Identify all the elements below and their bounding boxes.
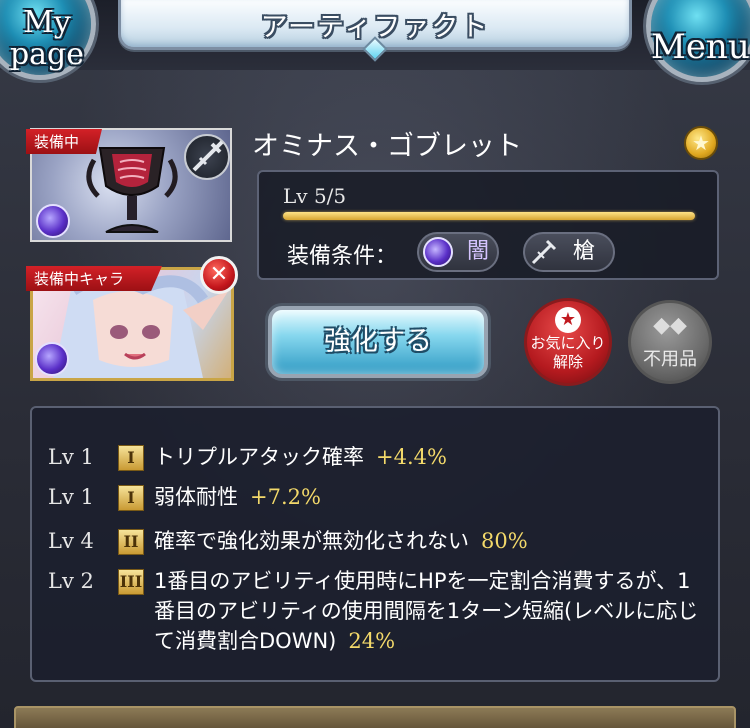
upgrade-label: 強化する <box>324 326 432 357</box>
dark-element-icon <box>423 237 453 267</box>
weapon-name: 槍 <box>573 239 596 264</box>
close-icon: ✕ <box>209 262 229 287</box>
skill-rank-icon: III <box>118 569 144 595</box>
bottom-bar <box>14 706 736 728</box>
dark-element-icon <box>36 204 70 238</box>
remove-character-button[interactable]: ✕ <box>200 256 238 294</box>
mypage-label: My page <box>9 5 85 72</box>
skill-description: トリプルアタック確率 +4.4% <box>154 442 714 472</box>
skill-text: 1番目のアビリティ使用時にHPを一定割合消費するが、1番目のアビリティの使用間隔… <box>154 569 699 653</box>
unfavorite-label-line2: 解除 <box>552 353 583 371</box>
unfavorite-label-line1: お気に入り <box>530 334 606 352</box>
weapon-requirement-chip: 槍 <box>523 232 615 272</box>
character-dark-element-icon <box>35 342 69 376</box>
goblet-icon <box>86 147 178 233</box>
favorite-star-icon[interactable]: ★ <box>684 126 718 160</box>
element-requirement-chip: 闇 <box>417 232 499 272</box>
skill-list: Lv 1 I トリプルアタック確率 +4.4% Lv 1 I 弱体耐性 +7.2% … <box>30 406 720 682</box>
spear-weapon-icon <box>184 134 230 180</box>
skill-value: +7.2% <box>250 485 321 509</box>
skill-level: Lv 2 <box>48 569 94 593</box>
level-text: Lv 5/5 <box>283 184 347 208</box>
skill-description: 弱体耐性 +7.2% <box>154 482 714 512</box>
junk-label: 不用品 <box>643 349 697 370</box>
star-icon: ★ <box>555 307 581 333</box>
skill-level: Lv 4 <box>48 529 94 553</box>
junk-icon: ◆◆ <box>653 313 687 338</box>
skill-text: トリプルアタック確率 <box>154 445 364 469</box>
artifact-info-panel: Lv 5/5 装備条件： 闇 槍 <box>257 170 719 280</box>
artifact-name: オミナス・ゴブレット <box>252 131 522 162</box>
skill-description: 1番目のアビリティ使用時にHPを一定割合消費するが、1番目のアビリティの使用間隔… <box>154 566 702 656</box>
skill-rank-icon: I <box>118 485 144 511</box>
unfavorite-button[interactable]: ★ お気に入り 解除 <box>524 298 612 386</box>
skill-level: Lv 1 <box>48 485 94 509</box>
requirement-label: 装備条件： <box>287 244 398 269</box>
skill-value: 24% <box>348 629 396 653</box>
skill-value: +4.4% <box>376 445 447 469</box>
skill-rank-icon: II <box>118 529 144 555</box>
level-progress-bar <box>283 212 695 220</box>
skill-text: 確率で強化効果が無効化されない <box>154 529 469 553</box>
equipped-tag: 装備中 <box>26 129 102 154</box>
skill-text: 弱体耐性 <box>154 485 238 509</box>
equipped-character-tag: 装備中キャラ <box>26 266 162 291</box>
skill-description: 確率で強化効果が無効化されない 80% <box>154 526 714 556</box>
element-name: 闇 <box>467 239 490 264</box>
skill-level: Lv 1 <box>48 445 94 469</box>
upgrade-button[interactable]: 強化する <box>268 306 488 378</box>
junk-button[interactable]: ◆◆ 不用品 <box>628 300 712 384</box>
mypage-button[interactable]: My page <box>0 0 96 80</box>
menu-label: Menu <box>651 27 750 67</box>
skill-rank-icon: I <box>118 445 144 471</box>
skill-value: 80% <box>481 529 528 553</box>
spear-icon <box>529 237 559 267</box>
